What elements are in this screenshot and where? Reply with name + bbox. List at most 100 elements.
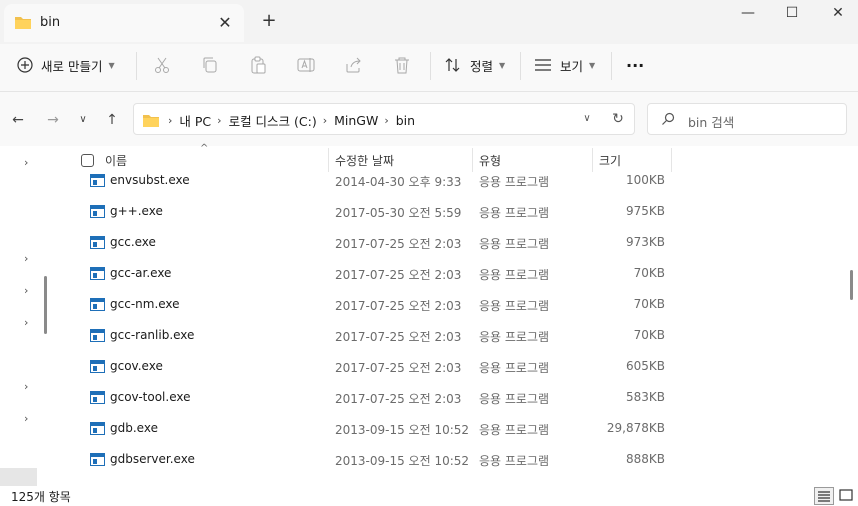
application-icon: [90, 391, 105, 404]
expand-chevron-icon[interactable]: ›: [24, 156, 28, 169]
sort-button[interactable]: 정렬 ▼: [444, 44, 505, 86]
file-row[interactable]: gcc-nm.exe 2017-07-25 오전 2:03 응용 프로그램 70…: [70, 291, 850, 322]
forward-arrow-icon[interactable]: →: [43, 110, 63, 130]
file-name: gcc.exe: [110, 235, 156, 249]
file-row[interactable]: gdb.exe 2013-09-15 오전 10:52 응용 프로그램 29,8…: [70, 415, 850, 446]
file-size: 70KB: [633, 297, 665, 311]
command-bar: 새로 만들기 ▼ 정렬 ▼ 보기 ▼ ···: [0, 44, 858, 92]
application-icon: [90, 453, 105, 466]
file-date: 2014-04-30 오후 9:33: [335, 175, 462, 189]
tab-bar: bin ✕ + — ☐ ✕: [0, 0, 858, 44]
sort-label: 정렬: [470, 58, 494, 74]
new-button[interactable]: 새로 만들기 ▼: [17, 44, 115, 86]
file-name: gcc-nm.exe: [110, 297, 180, 311]
refresh-icon[interactable]: ↻: [608, 109, 628, 129]
divider: [136, 52, 137, 80]
breadcrumb-item[interactable]: bin: [396, 113, 415, 128]
address-bar[interactable]: › 내 PC › 로컬 디스크 (C:) › MinGW › bin ∨ ↻: [133, 103, 635, 135]
file-date: 2017-07-25 오전 2:03: [335, 330, 462, 344]
address-history-chevron-icon[interactable]: ∨: [578, 109, 596, 129]
view-label: 보기: [560, 58, 584, 74]
tiles-view-icon[interactable]: [837, 487, 857, 505]
divider: [430, 52, 431, 80]
application-icon: [90, 360, 105, 373]
breadcrumb-chevron-icon[interactable]: ›: [384, 114, 388, 127]
folder-icon: [14, 15, 32, 33]
file-type: 응용 프로그램: [479, 423, 550, 437]
status-bar: 125개 항목: [0, 486, 858, 506]
file-type: 응용 프로그램: [479, 361, 550, 375]
file-type: 응용 프로그램: [479, 392, 550, 406]
file-row[interactable]: gcov-tool.exe 2017-07-25 오전 2:03 응용 프로그램…: [70, 384, 850, 415]
cut-icon[interactable]: [153, 56, 171, 74]
file-row[interactable]: gdbserver.exe 2013-09-15 오전 10:52 응용 프로그…: [70, 446, 850, 477]
application-icon: [90, 422, 105, 435]
file-size: 973KB: [625, 235, 665, 249]
breadcrumb-item[interactable]: 로컬 디스크 (C:): [229, 111, 317, 130]
close-tab-icon[interactable]: ✕: [216, 14, 234, 32]
application-icon: [90, 329, 105, 342]
file-type: 응용 프로그램: [479, 268, 550, 282]
file-type: 응용 프로그램: [479, 330, 550, 344]
breadcrumb-chevron-icon[interactable]: ›: [323, 114, 327, 127]
expand-chevron-icon[interactable]: ›: [24, 284, 28, 297]
file-row[interactable]: g++.exe 2017-05-30 오전 5:59 응용 프로그램 975KB: [70, 198, 850, 229]
expand-chevron-icon[interactable]: ›: [24, 412, 28, 425]
file-date: 2013-09-15 오전 10:52: [335, 454, 470, 468]
file-type: 응용 프로그램: [479, 454, 550, 468]
file-name: gcc-ranlib.exe: [110, 328, 195, 342]
file-row[interactable]: gcc-ranlib.exe 2017-07-25 오전 2:03 응용 프로그…: [70, 322, 850, 353]
file-name: g++.exe: [110, 204, 163, 218]
breadcrumb-chevron-icon[interactable]: ›: [217, 114, 221, 127]
new-tab-button[interactable]: +: [259, 11, 279, 31]
file-type: 응용 프로그램: [479, 175, 550, 189]
file-size: 605KB: [625, 359, 665, 373]
breadcrumb-item[interactable]: MinGW: [334, 113, 378, 128]
minimize-button[interactable]: —: [725, 2, 771, 26]
details-view-icon[interactable]: [814, 487, 834, 505]
file-date: 2017-07-25 오전 2:03: [335, 361, 462, 375]
file-name: gcov.exe: [110, 359, 163, 373]
expand-chevron-icon[interactable]: ›: [24, 252, 28, 265]
expand-chevron-icon[interactable]: ›: [24, 316, 28, 329]
file-row[interactable]: envsubst.exe 2014-04-30 오후 9:33 응용 프로그램 …: [70, 167, 850, 198]
application-icon: [90, 205, 105, 218]
sort-ascending-icon: ^: [200, 143, 209, 154]
new-button-label: 새로 만들기: [41, 58, 103, 74]
file-name: gdbserver.exe: [110, 452, 195, 466]
file-name: envsubst.exe: [110, 173, 190, 187]
search-box[interactable]: bin 검색: [647, 103, 847, 135]
file-row[interactable]: gcc-ar.exe 2017-07-25 오전 2:03 응용 프로그램 70…: [70, 260, 850, 291]
paste-icon[interactable]: [249, 56, 267, 74]
file-row[interactable]: gcc.exe 2017-07-25 오전 2:03 응용 프로그램 973KB: [70, 229, 850, 260]
close-window-button[interactable]: ✕: [815, 2, 858, 26]
file-list-scrollbar[interactable]: [850, 270, 853, 300]
file-date: 2013-09-15 오전 10:52: [335, 423, 470, 437]
tab-bin[interactable]: bin ✕: [4, 4, 244, 42]
file-row[interactable]: gcov.exe 2017-07-25 오전 2:03 응용 프로그램 605K…: [70, 353, 850, 384]
nav-pane-scrollbar[interactable]: [44, 276, 47, 334]
maximize-button[interactable]: ☐: [769, 2, 815, 26]
breadcrumb-chevron-icon[interactable]: ›: [168, 114, 172, 127]
up-arrow-icon[interactable]: ↑: [102, 110, 122, 130]
tab-title: bin: [40, 15, 61, 30]
plus-circle-icon: [17, 57, 33, 73]
file-name: gcc-ar.exe: [110, 266, 172, 280]
breadcrumb-item[interactable]: 내 PC: [179, 111, 211, 130]
rename-icon[interactable]: [297, 56, 315, 74]
select-all-checkbox[interactable]: [81, 154, 94, 167]
recent-locations-chevron-icon[interactable]: ∨: [73, 110, 93, 130]
copy-icon[interactable]: [201, 56, 219, 74]
expand-chevron-icon[interactable]: ›: [24, 380, 28, 393]
file-type: 응용 프로그램: [479, 206, 550, 220]
chevron-down-icon: ▼: [589, 60, 596, 70]
view-button[interactable]: 보기 ▼: [534, 44, 595, 86]
back-arrow-icon[interactable]: ←: [8, 110, 28, 130]
file-type: 응용 프로그램: [479, 237, 550, 251]
view-list-icon: [534, 58, 552, 72]
search-placeholder: bin 검색: [688, 115, 735, 130]
share-icon[interactable]: [345, 56, 363, 74]
delete-icon[interactable]: [393, 56, 411, 74]
more-options-button[interactable]: ···: [626, 44, 644, 86]
selected-nav-item[interactable]: [0, 468, 37, 486]
